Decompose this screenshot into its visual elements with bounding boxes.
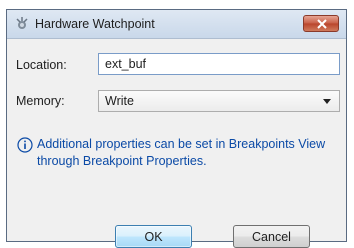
close-icon xyxy=(317,19,327,29)
memory-selected-value: Write xyxy=(105,94,134,108)
dialog-title: Hardware Watchpoint xyxy=(35,17,155,31)
location-input[interactable] xyxy=(98,53,340,75)
memory-label: Memory: xyxy=(16,94,65,108)
location-label: Location: xyxy=(16,58,67,72)
memory-select[interactable]: Write xyxy=(98,90,340,112)
cancel-button[interactable]: Cancel xyxy=(233,225,310,248)
hardware-watchpoint-dialog: Hardware Watchpoint Location: Memory: Wr… xyxy=(6,9,347,248)
info-icon xyxy=(17,137,33,153)
close-button[interactable] xyxy=(303,15,339,32)
dialog-body: Location: Memory: Write Additional prope… xyxy=(7,39,346,248)
info-message: Additional properties can be set in Brea… xyxy=(37,137,326,168)
chevron-down-icon xyxy=(323,99,331,104)
ok-button[interactable]: OK xyxy=(115,225,192,248)
watchpoint-app-icon xyxy=(14,16,30,32)
title-bar[interactable]: Hardware Watchpoint xyxy=(7,10,346,39)
